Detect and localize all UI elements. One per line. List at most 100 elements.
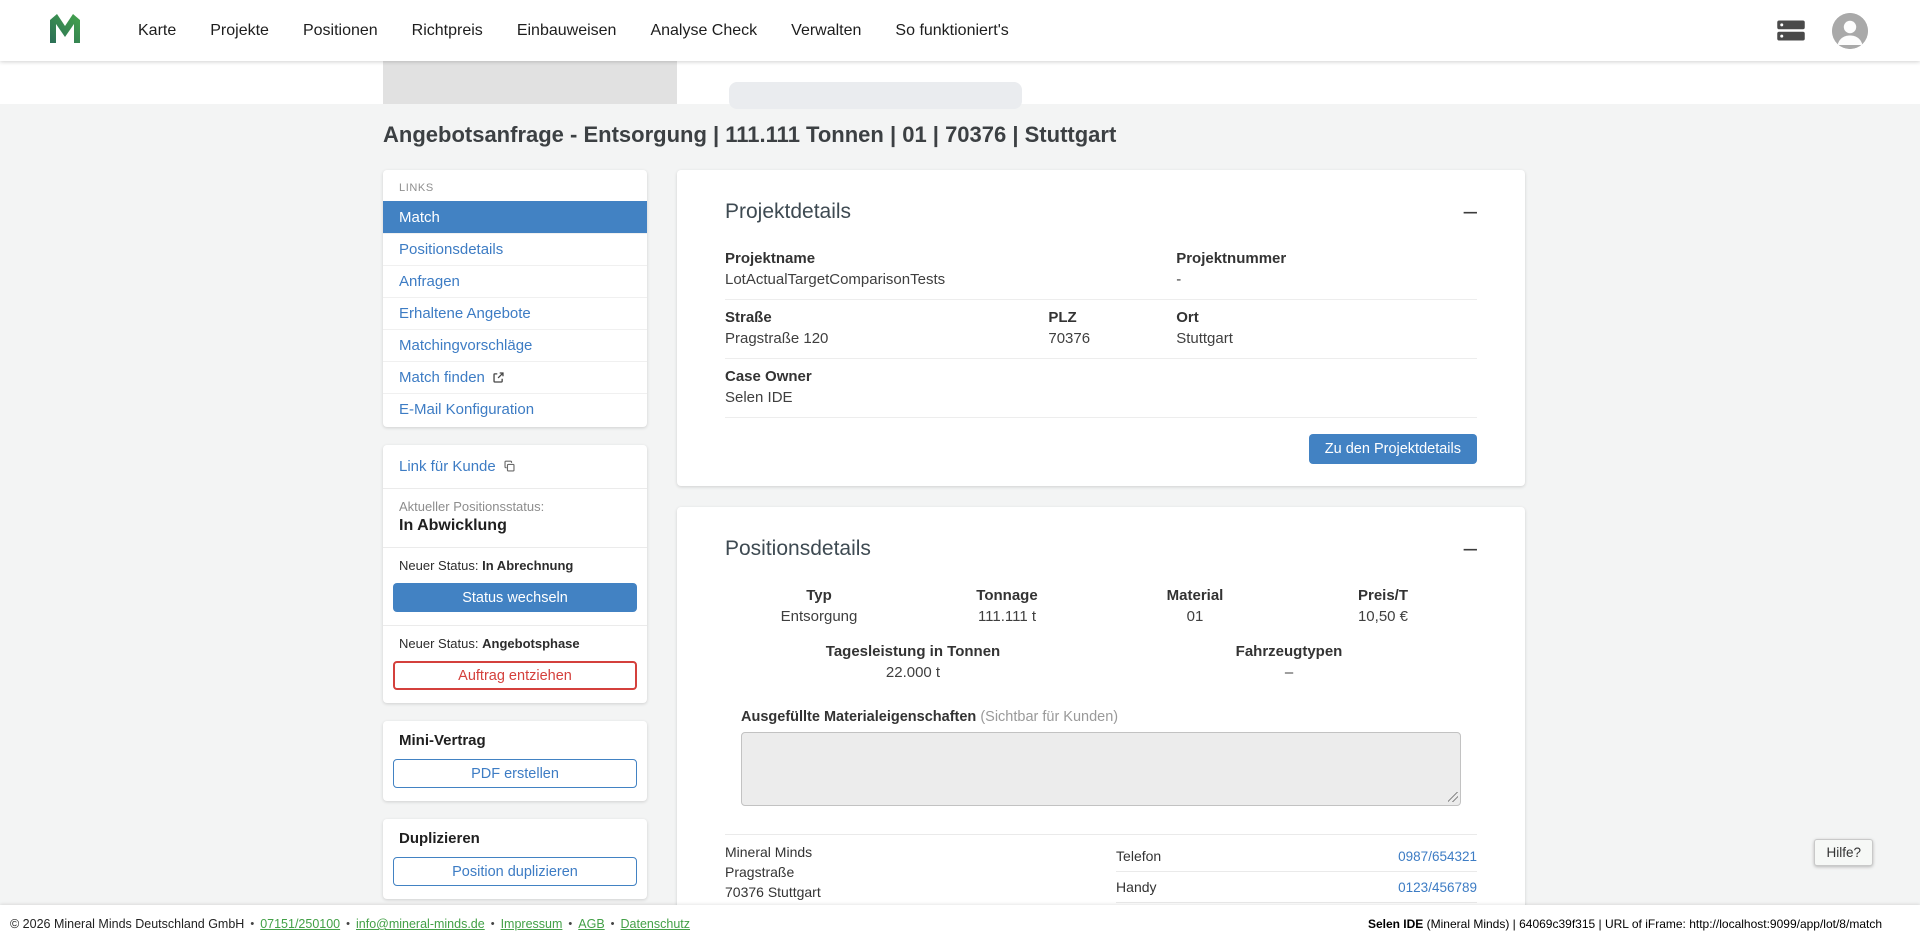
preis-value: 10,50 € — [1289, 608, 1477, 625]
collapse-position-details-button[interactable]: – — [1464, 537, 1477, 561]
footer-user-details: (Mineral Minds) | 64069c39f315 | URL of … — [1427, 917, 1882, 931]
telefon-label: Telefon — [1116, 848, 1161, 864]
next-status-1-value: In Abrechnung — [482, 558, 573, 573]
mini-contract-card: Mini-Vertrag PDF erstellen — [383, 721, 647, 801]
field-row: Straße Pragstraße 120 PLZ 70376 Ort Stut… — [725, 300, 1477, 359]
telefon-link[interactable]: 0987/654321 — [1398, 849, 1477, 864]
skeleton-block — [729, 82, 1022, 109]
projektnummer-label: Projektnummer — [1176, 250, 1477, 267]
contact-phones: Telefon 0987/654321 Handy 0123/456789 — [1116, 844, 1477, 904]
customer-link-label: Link für Kunde — [399, 458, 496, 475]
to-project-details-button[interactable]: Zu den Projektdetails — [1309, 434, 1477, 464]
material-properties-hint: (Sichtbar für Kunden) — [980, 709, 1118, 725]
footer: © 2026 Mineral Minds Deutschland GmbH • … — [0, 905, 1920, 943]
server-icon[interactable] — [1776, 19, 1806, 42]
contact-city: 70376 Stuttgart — [725, 884, 821, 900]
fahrzeugtypen-label: Fahrzeugtypen — [1101, 643, 1477, 660]
footer-separator: • — [611, 918, 615, 930]
main-nav: Karte Projekte Positionen Richtpreis Ein… — [138, 22, 1776, 40]
position-summary-row: Typ Entsorgung Tonnage 111.111 t Materia… — [725, 587, 1477, 625]
sidebar-item-label: Match finden — [399, 369, 485, 386]
nav-positionen[interactable]: Positionen — [303, 22, 378, 40]
position-details-title: Positionsdetails — [725, 537, 871, 561]
sidebar-item-email-konfiguration[interactable]: E-Mail Konfiguration — [383, 393, 647, 425]
sidebar-item-anfragen[interactable]: Anfragen — [383, 265, 647, 297]
help-button[interactable]: Hilfe? — [1814, 839, 1873, 866]
sidebar-item-match-finden[interactable]: Match finden — [383, 361, 647, 393]
footer-agb-link[interactable]: AGB — [578, 917, 604, 931]
page-title: Angebotsanfrage - Entsorgung | 111.111 T… — [383, 122, 1920, 148]
tagesleistung-label: Tagesleistung in Tonnen — [725, 643, 1101, 660]
pdf-create-button[interactable]: PDF erstellen — [393, 759, 637, 788]
status-change-button[interactable]: Status wechseln — [393, 583, 637, 612]
handy-label: Handy — [1116, 879, 1156, 895]
links-card: LINKS Match Positionsdetails Anfragen Er… — [383, 170, 647, 427]
duplicate-position-button[interactable]: Position duplizieren — [393, 857, 637, 886]
next-status-1: Neuer Status: In Abrechnung — [383, 548, 647, 579]
typ-value: Entsorgung — [725, 608, 913, 625]
sidebar-item-matchingvorschlaege[interactable]: Matchingvorschläge — [383, 329, 647, 361]
duplicate-title: Duplizieren — [383, 830, 647, 847]
plz-value: 70376 — [1048, 330, 1176, 347]
footer-copyright: © 2026 Mineral Minds Deutschland GmbH — [10, 917, 244, 931]
next-status-2: Neuer Status: Angebotsphase — [383, 626, 647, 657]
page-layout: LINKS Match Positionsdetails Anfragen Er… — [383, 170, 1525, 943]
next-status-1-label: Neuer Status: — [399, 558, 479, 573]
nav-verwalten[interactable]: Verwalten — [791, 22, 861, 40]
customer-link[interactable]: Link für Kunde — [383, 445, 647, 488]
top-strip — [0, 61, 1920, 104]
material-properties-label-text: Ausgefüllte Materialeigenschaften — [741, 709, 976, 725]
projektname-value: LotActualTargetComparisonTests — [725, 271, 1048, 288]
footer-separator: • — [250, 918, 254, 930]
sidebar-item-match[interactable]: Match — [383, 201, 647, 233]
external-link-icon — [492, 371, 505, 384]
handy-link[interactable]: 0123/456789 — [1398, 880, 1477, 895]
field-row: Projektname LotActualTargetComparisonTes… — [725, 250, 1477, 300]
revoke-order-button[interactable]: Auftrag entziehen — [393, 661, 637, 690]
project-details-card: Projektdetails – Projektname LotActualTa… — [677, 170, 1525, 486]
fahrzeugtypen-value: – — [1101, 664, 1477, 681]
footer-email-link[interactable]: info@mineral-minds.de — [356, 917, 485, 931]
contact-street: Pragstraße — [725, 864, 821, 880]
user-avatar[interactable] — [1832, 13, 1868, 49]
topbar-right — [1776, 13, 1868, 49]
next-status-2-label: Neuer Status: — [399, 636, 479, 651]
footer-separator: • — [568, 918, 572, 930]
ort-label: Ort — [1176, 309, 1477, 326]
material-properties-textarea[interactable] — [741, 732, 1461, 806]
main-content: Projektdetails – Projektname LotActualTa… — [677, 170, 1525, 926]
contact-row: Telefon 0987/654321 — [1116, 844, 1477, 872]
nav-so-funktionierts[interactable]: So funktioniert's — [895, 22, 1008, 40]
contact-section: Mineral Minds Pragstraße 70376 Stuttgart… — [725, 834, 1477, 904]
material-value: 01 — [1101, 608, 1289, 625]
nav-karte[interactable]: Karte — [138, 22, 176, 40]
current-status: Aktueller Positionsstatus: In Abwicklung — [383, 489, 647, 547]
footer-phone-link[interactable]: 07151/250100 — [260, 917, 340, 931]
footer-separator: • — [491, 918, 495, 930]
brand-logo[interactable] — [47, 12, 83, 49]
tagesleistung-value: 22.000 t — [725, 664, 1101, 681]
links-heading: LINKS — [383, 170, 647, 201]
preis-label: Preis/T — [1289, 587, 1477, 604]
tonnage-label: Tonnage — [913, 587, 1101, 604]
footer-impressum-link[interactable]: Impressum — [501, 917, 563, 931]
material-properties-label: Ausgefüllte Materialeigenschaften (Sicht… — [741, 709, 1461, 725]
status-card: Link für Kunde Aktueller Positionsstatus… — [383, 445, 647, 703]
collapse-project-details-button[interactable]: – — [1464, 200, 1477, 224]
nav-einbauweisen[interactable]: Einbauweisen — [517, 22, 617, 40]
position-capacity-row: Tagesleistung in Tonnen 22.000 t Fahrzeu… — [725, 643, 1477, 681]
nav-richtpreis[interactable]: Richtpreis — [412, 22, 483, 40]
footer-left: © 2026 Mineral Minds Deutschland GmbH • … — [10, 917, 690, 931]
field-row: Case Owner Selen IDE — [725, 359, 1477, 418]
sidebar-item-positionsdetails[interactable]: Positionsdetails — [383, 233, 647, 265]
nav-projekte[interactable]: Projekte — [210, 22, 269, 40]
nav-analyse-check[interactable]: Analyse Check — [650, 22, 757, 40]
typ-label: Typ — [725, 587, 913, 604]
mini-contract-title: Mini-Vertrag — [383, 732, 647, 749]
material-label: Material — [1101, 587, 1289, 604]
footer-user-info: Selen IDE (Mineral Minds) | 64069c39f315… — [1368, 917, 1882, 931]
top-navigation-bar: Karte Projekte Positionen Richtpreis Ein… — [0, 0, 1920, 61]
footer-datenschutz-link[interactable]: Datenschutz — [621, 917, 690, 931]
ort-value: Stuttgart — [1176, 330, 1477, 347]
sidebar-item-erhaltene-angebote[interactable]: Erhaltene Angebote — [383, 297, 647, 329]
